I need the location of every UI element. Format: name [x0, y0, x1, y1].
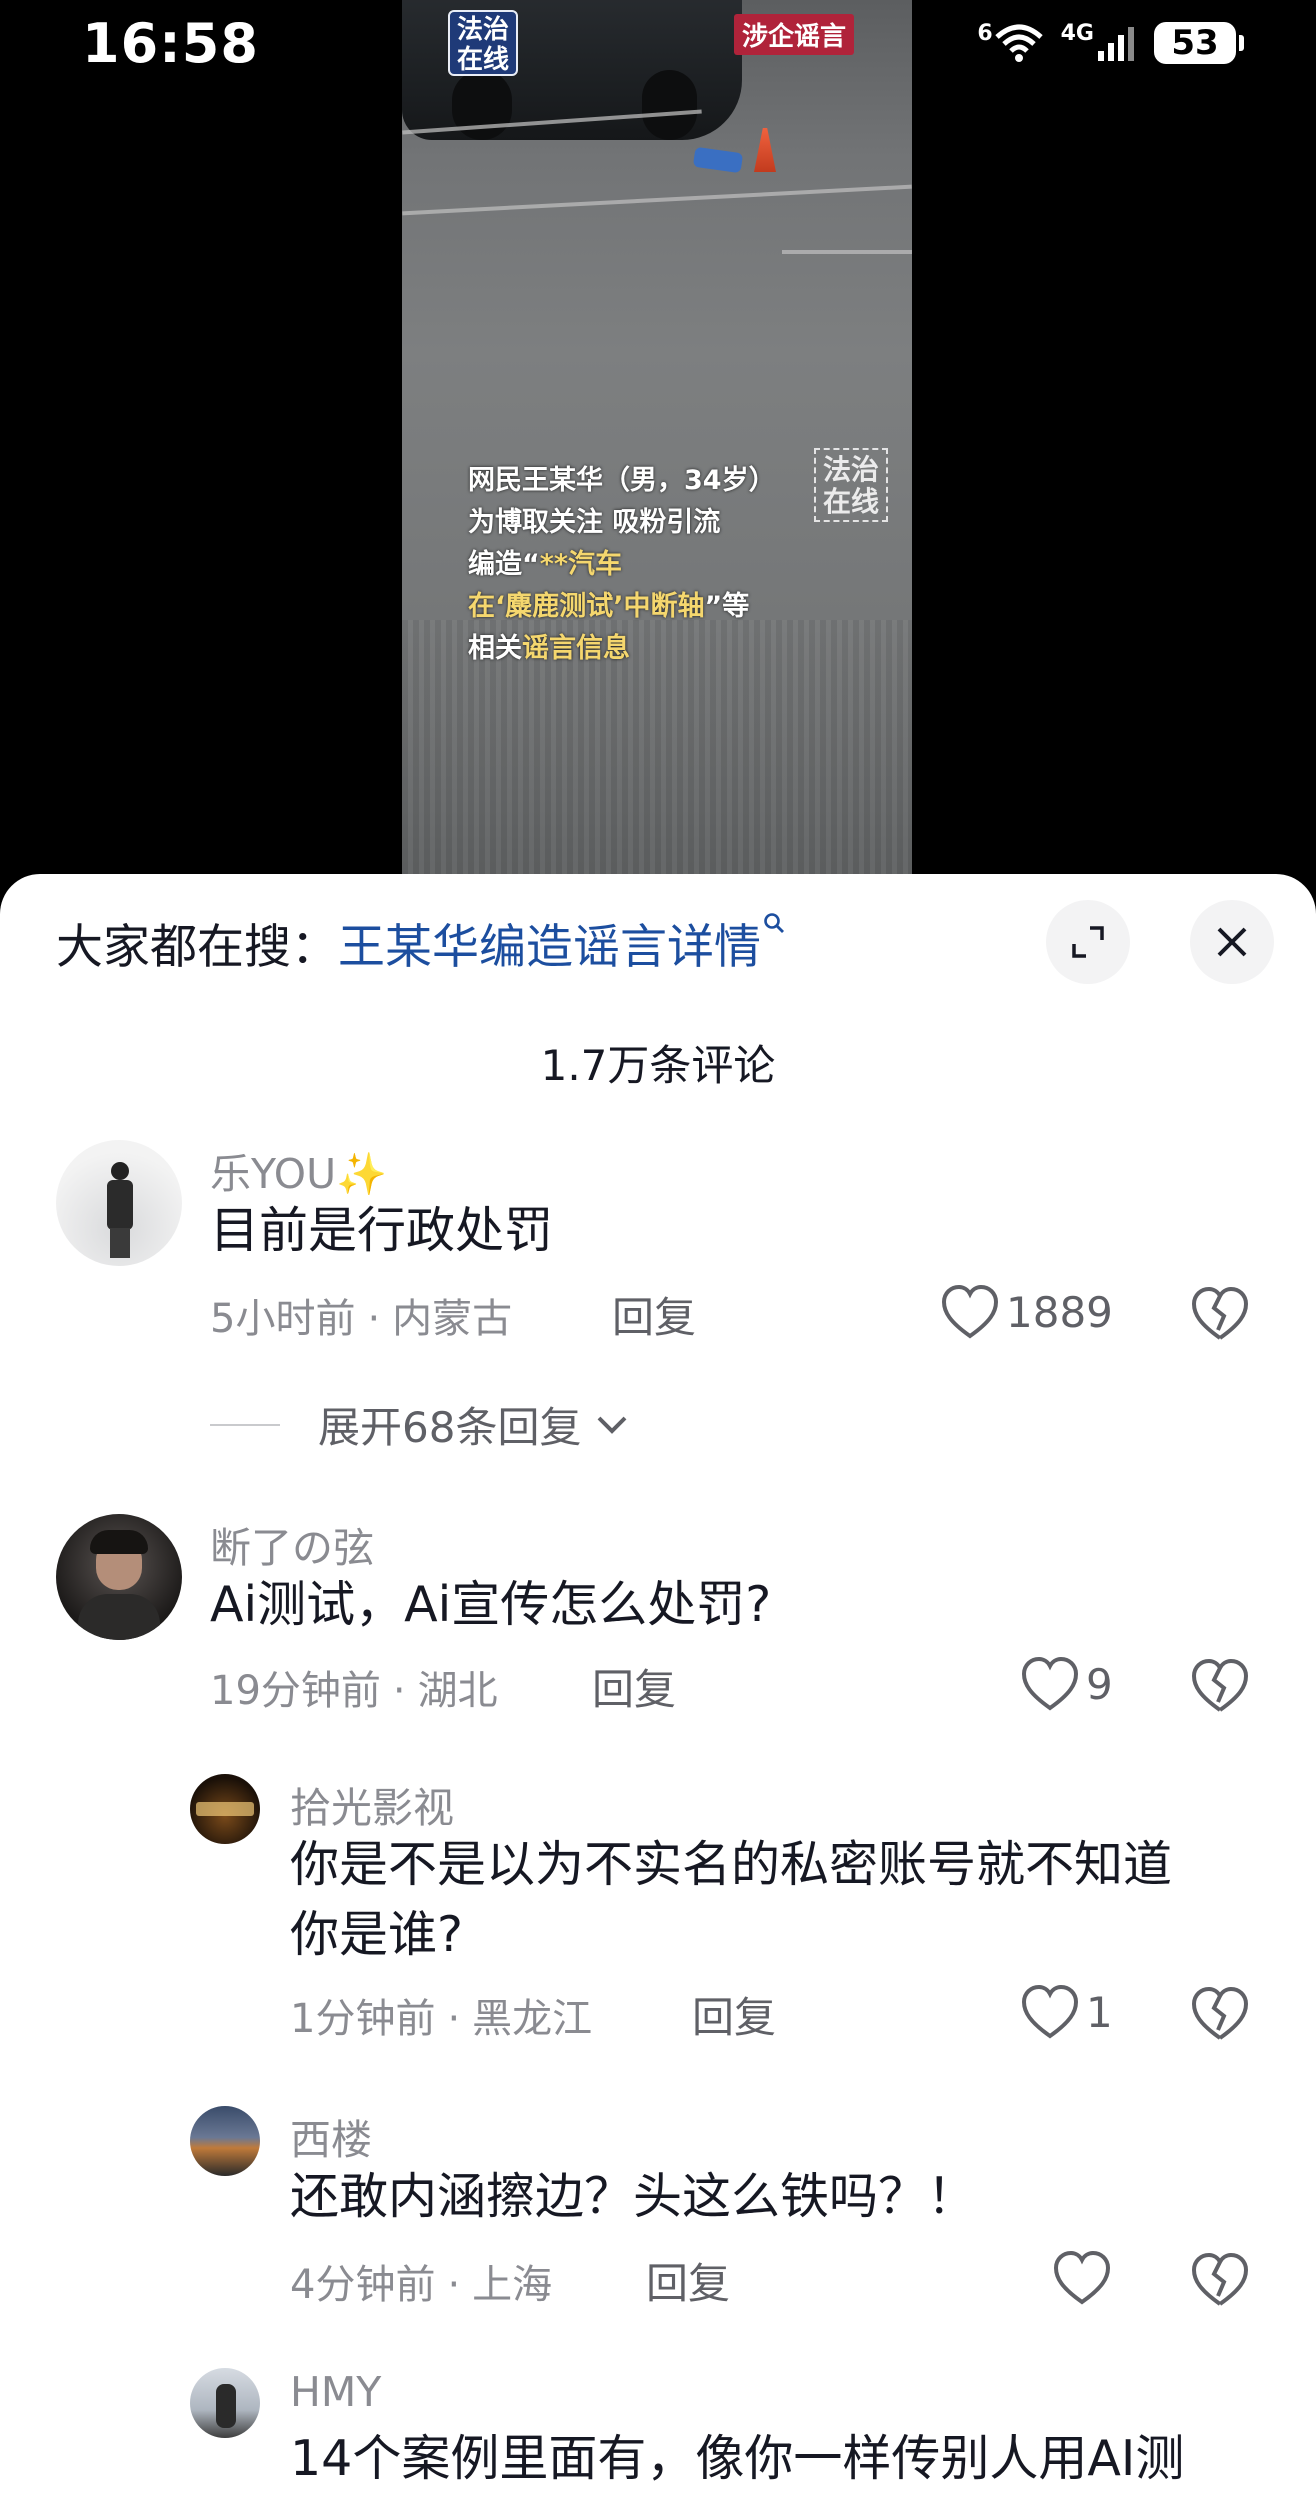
expand-replies-label: 展开68条回复: [318, 1403, 582, 1452]
caption-text: ”等: [704, 591, 750, 622]
caption-text: 相关: [468, 633, 522, 664]
comment-time: 19分钟前: [210, 1668, 381, 1714]
road-marking: [402, 184, 912, 216]
heart-icon: [941, 1284, 999, 1339]
heart-icon: [1021, 1984, 1079, 2039]
avatar[interactable]: [190, 2368, 260, 2438]
divider-line: [210, 1423, 280, 1426]
like-button[interactable]: 9: [1020, 1656, 1113, 1712]
reply-button[interactable]: 回复: [592, 1656, 676, 1717]
avatar[interactable]: [190, 2106, 260, 2176]
like-count: 1: [1086, 1987, 1113, 2037]
comment-count: 1.7万条评论: [540, 1041, 776, 1090]
status-icons: 6 4G 53: [977, 20, 1244, 64]
road-marking: [782, 250, 912, 254]
comment-username[interactable]: 乐YOU✨: [210, 1140, 387, 1200]
close-icon: [1217, 927, 1247, 957]
caption-line: 编造“**汽车: [468, 544, 878, 586]
comment-location: 上海: [472, 2262, 553, 2308]
video-area[interactable]: 法治在线 涉企谣言 法治在线 网民王某华（男，34岁） 为博取关注 吸粉引流 编…: [0, 0, 1316, 900]
expand-replies-button[interactable]: 展开68条回复: [210, 1394, 629, 1455]
comment-username[interactable]: 断了の弦: [210, 1514, 374, 1574]
status-bar: 16:58 6 4G 53: [0, 0, 1316, 90]
wifi-label: 6: [977, 20, 993, 46]
traffic-cone: [754, 128, 776, 172]
heart-icon: [1021, 1656, 1079, 1711]
comment-meta: 1分钟前 · 黑龙江: [290, 1996, 593, 2042]
comment-meta: 19分钟前 · 湖北: [210, 1668, 498, 1714]
comment-time: 1分钟前: [290, 1996, 436, 2042]
caption-highlight: 在‘麋鹿测试’中断轴: [468, 591, 705, 622]
battery-icon: 53: [1154, 22, 1244, 64]
comment-text[interactable]: Ai测试，Ai宣传怎么处罚?: [210, 1570, 771, 1640]
like-button[interactable]: 1889: [940, 1284, 1113, 1340]
close-button[interactable]: [1190, 900, 1274, 984]
comment-username[interactable]: HMY: [290, 2368, 381, 2416]
broken-heart-icon[interactable]: [1190, 1986, 1250, 2042]
fallen-cone: [692, 146, 744, 174]
reply-item: 西楼 还敢内涵擦边？头这么铁吗？！ 4分钟前 · 上海 回复: [0, 2106, 1316, 2308]
comment-item: 乐YOU✨ 目前是行政处罚 5小时前 · 内蒙古 回复 1889 展开68条回复: [0, 1140, 1316, 1452]
broken-heart-icon[interactable]: [1190, 1658, 1250, 1714]
comment-text[interactable]: 14个案例里面有，像你一样传别人用AI测: [290, 2424, 1184, 2494]
broken-heart-icon[interactable]: [1190, 2252, 1250, 2308]
comment-username[interactable]: 西楼: [290, 2106, 372, 2166]
trending-search-link[interactable]: 王某华编造谣言详情: [338, 920, 761, 975]
reply-item: 拾光影视 你是不是以为不实名的私密账号就不知道 你是谁? 1分钟前 · 黑龙江 回复…: [0, 1774, 1316, 2074]
comment-text[interactable]: 目前是行政处罚: [210, 1196, 553, 1266]
expand-button[interactable]: [1046, 900, 1130, 984]
video-frame[interactable]: [402, 0, 912, 880]
comment-text-line: 你是不是以为不实名的私密账号就不知道: [290, 1836, 1173, 1893]
avatar[interactable]: [56, 1140, 182, 1266]
caption-highlight: 谣言信息: [522, 633, 630, 664]
reply-button[interactable]: 回复: [646, 2250, 730, 2311]
comment-username[interactable]: 拾光影视: [290, 1774, 454, 1834]
chevron-down-icon: [598, 1416, 627, 1434]
like-button[interactable]: [1052, 2250, 1112, 2306]
like-count: 1889: [1006, 1287, 1113, 1337]
comment-location: 黑龙江: [472, 1996, 593, 2042]
signal-icon: [1098, 27, 1134, 61]
comment-text[interactable]: 你是不是以为不实名的私密账号就不知道 你是谁?: [290, 1830, 1270, 1970]
comment-time: 5小时前: [210, 1296, 356, 1342]
reply-button[interactable]: 回复: [612, 1284, 696, 1345]
expand-icon: [1072, 926, 1104, 958]
caption-text: 编造“: [468, 549, 540, 580]
wifi-icon: [994, 24, 1043, 62]
like-button[interactable]: 1: [1020, 1984, 1113, 2040]
heart-icon: [1053, 2250, 1111, 2305]
broken-heart-icon[interactable]: [1190, 1286, 1250, 1342]
comment-location: 内蒙古: [392, 1296, 513, 1342]
caption-line: 在‘麋鹿测试’中断轴”等: [468, 586, 878, 628]
avatar[interactable]: [56, 1514, 182, 1640]
avatar[interactable]: [190, 1774, 260, 1844]
comment-location: 湖北: [417, 1668, 498, 1714]
video-caption: 网民王某华（男，34岁） 为博取关注 吸粉引流 编造“**汽车 在‘麋鹿测试’中…: [468, 460, 878, 670]
trending-search[interactable]: 大家都在搜：王某华编造谣言详情: [56, 908, 785, 977]
trending-search-prefix: 大家都在搜：: [56, 920, 338, 975]
comment-sheet: 大家都在搜：王某华编造谣言详情 1.7万条评论 乐YOU✨ 目前是行政处罚 5小…: [0, 874, 1316, 2512]
comment-meta: 4分钟前 · 上海: [290, 2262, 553, 2308]
search-icon: [764, 913, 784, 933]
caption-line: 相关谣言信息: [468, 628, 878, 670]
caption-line: 为博取关注 吸粉引流: [468, 507, 721, 538]
comment-text-line: 你是谁?: [290, 1906, 464, 1963]
caption-line: 网民王某华（男，34岁）: [468, 465, 776, 496]
comment-meta: 5小时前 · 内蒙古: [210, 1296, 513, 1342]
like-count: 9: [1086, 1659, 1113, 1709]
status-time: 16:58: [82, 12, 259, 75]
comment-item: 断了の弦 Ai测试，Ai宣传怎么处罚? 19分钟前 · 湖北 回复 9: [0, 1514, 1316, 1714]
reply-button[interactable]: 回复: [692, 1984, 776, 2045]
network-label: 4G: [1060, 20, 1094, 46]
comment-time: 4分钟前: [290, 2262, 436, 2308]
caption-highlight: **汽车: [539, 549, 622, 580]
comment-text[interactable]: 还敢内涵擦边？头这么铁吗？！: [290, 2162, 976, 2232]
reply-item: HMY 14个案例里面有，像你一样传别人用AI测: [0, 2368, 1316, 2512]
